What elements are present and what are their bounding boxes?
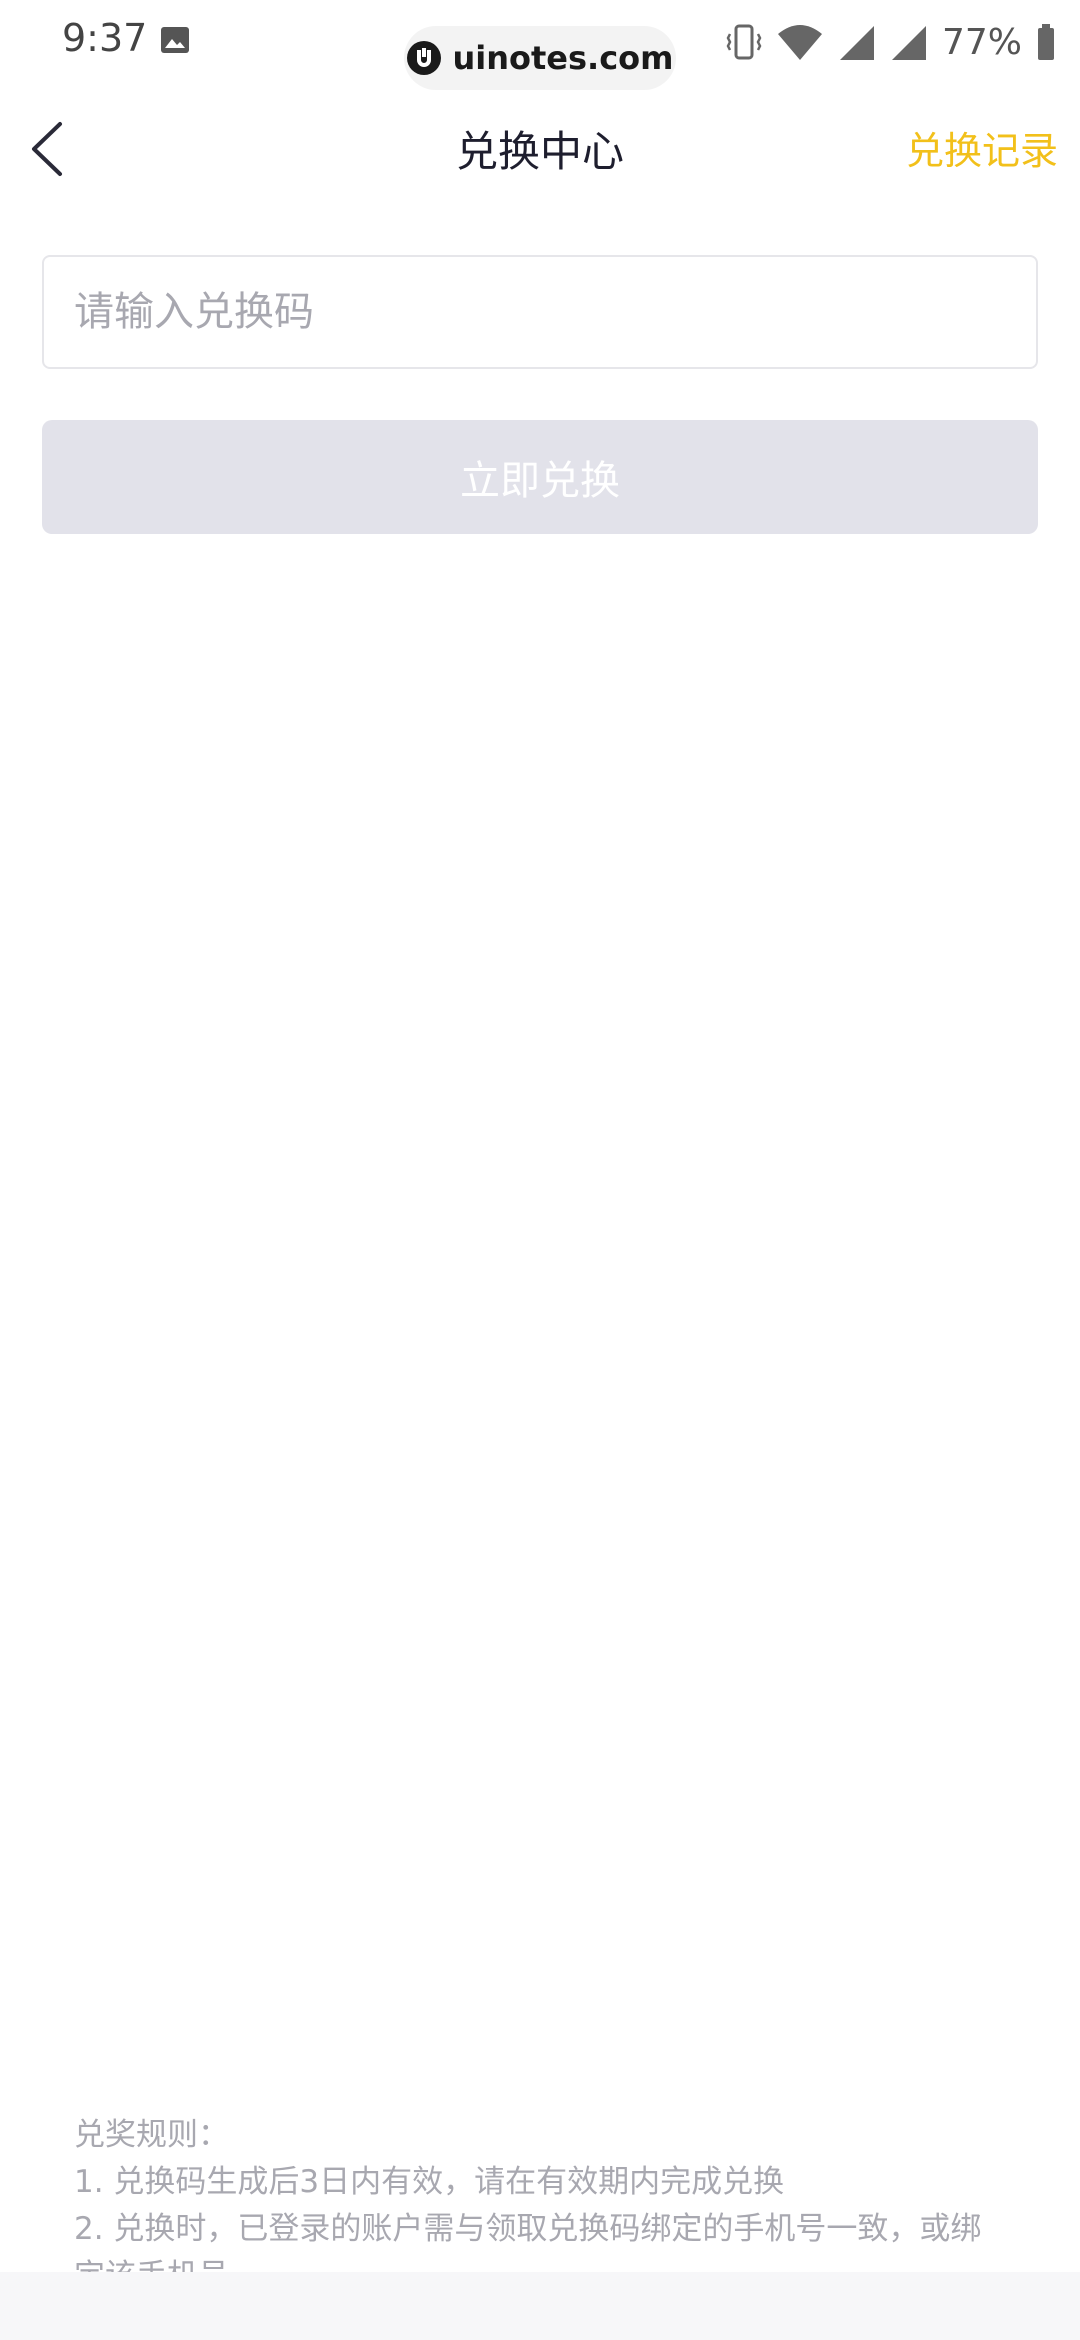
redeem-code-input[interactable] <box>42 255 1038 369</box>
status-icons: 77% <box>726 20 1056 64</box>
wifi-icon <box>777 25 822 60</box>
signal-icon <box>839 26 874 60</box>
redeem-rules: 兑奖规则： 1. 兑换码生成后3日内有效，请在有效期内完成兑换 2. 兑换时，已… <box>74 2112 1024 2272</box>
status-bar: 9:37 uinotes.com 77% <box>0 0 1080 90</box>
status-time: 9:37 <box>62 16 148 60</box>
redeem-now-button[interactable]: 立即兑换 <box>42 420 1038 534</box>
rules-title: 兑奖规则： <box>74 2117 229 2153</box>
redeem-records-link[interactable]: 兑换记录 <box>906 120 1058 175</box>
watermark-badge: uinotes.com <box>404 26 676 90</box>
rule-item: 1. 兑换码生成后3日内有效，请在有效期内完成兑换 <box>74 2164 785 2200</box>
rule-item: 定该手机号 <box>74 2253 1024 2272</box>
signal-icon <box>891 26 926 60</box>
bottom-spacer <box>0 2272 1080 2340</box>
battery-percent: 77% <box>941 21 1022 63</box>
watermark-text: uinotes.com <box>452 39 674 77</box>
image-icon <box>161 27 189 53</box>
vibrate-icon <box>726 24 762 60</box>
battery-icon <box>1038 24 1054 60</box>
nav-bar: 兑换中心 兑换记录 <box>0 90 1080 200</box>
uinotes-logo-icon <box>407 41 442 75</box>
rule-item: 2. 兑换时，已登录的账户需与领取兑换码绑定的手机号一致，或绑 <box>74 2211 982 2247</box>
